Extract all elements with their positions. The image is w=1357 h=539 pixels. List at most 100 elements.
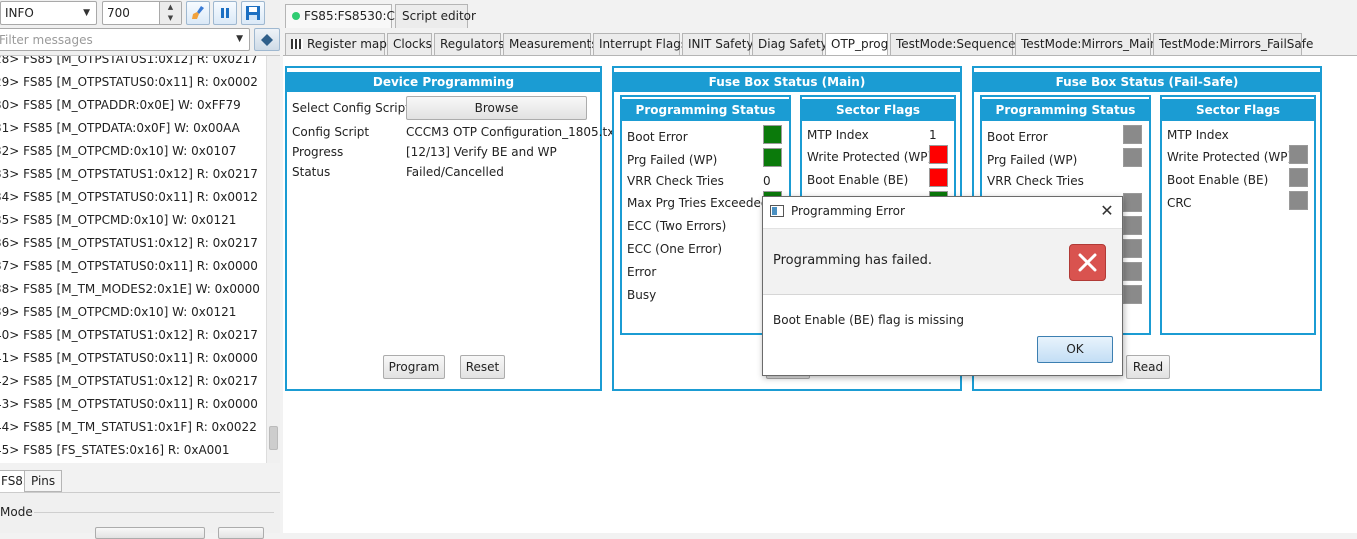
mode-button-2[interactable] bbox=[218, 527, 264, 539]
boot-enable-label: Boot Enable (BE) bbox=[1167, 173, 1269, 187]
tab-regulators[interactable]: Regulators bbox=[434, 33, 504, 56]
select-script-label: Select Config Script bbox=[292, 101, 410, 115]
failsafe-sector-flags: Sector Flags MTP Index Write Protected (… bbox=[1160, 95, 1316, 335]
boot-error-indicator bbox=[763, 125, 782, 144]
log-line: 40> FS85 [M_OTPSTATUS1:0x12] R: 0x0217 bbox=[0, 328, 258, 342]
pause-button[interactable] bbox=[213, 1, 237, 25]
tab-label: Register map bbox=[307, 37, 387, 51]
mode-button[interactable] bbox=[95, 527, 205, 539]
panel-title: Device Programming bbox=[287, 72, 600, 92]
ok-button[interactable]: OK bbox=[1037, 336, 1113, 363]
mtp-index-label: MTP Index bbox=[807, 128, 869, 142]
count-spinner[interactable]: 700 ▲ ▼ bbox=[102, 1, 182, 25]
log-line: 38> FS85 [M_TM_MODES2:0x1E] W: 0x0000 bbox=[0, 282, 260, 296]
dialog-header: Programming has failed. bbox=[763, 228, 1122, 295]
section-title: Sector Flags bbox=[802, 99, 954, 121]
log-line: 29> FS85 [M_OTPSTATUS0:0x11] R: 0x0002 bbox=[0, 75, 258, 89]
ecc-two-errors-label: ECC (Two Errors) bbox=[627, 219, 727, 233]
log-scrollbar[interactable] bbox=[266, 56, 280, 463]
dialog-title: Programming Error bbox=[791, 204, 905, 218]
log-level-select[interactable]: INFO ▼ bbox=[0, 1, 97, 25]
tab-interrupt-flags[interactable]: Interrupt Flags bbox=[593, 33, 687, 56]
tab-pins[interactable]: Pins bbox=[24, 470, 63, 492]
busy-label: Busy bbox=[627, 288, 657, 302]
mode-label: Mode bbox=[0, 505, 33, 519]
log-line: 31> FS85 [M_OTPDATA:0x0F] W: 0x00AA bbox=[0, 121, 240, 135]
grid-icon bbox=[291, 39, 303, 49]
filter-input[interactable]: Filter messages ▼ bbox=[0, 28, 250, 51]
status-value: Failed/Cancelled bbox=[406, 165, 504, 179]
clear-log-button[interactable] bbox=[186, 1, 210, 25]
tab-diag-safety[interactable]: Diag Safety bbox=[752, 33, 828, 56]
log-line: 43> FS85 [M_OTPSTATUS0:0x11] R: 0x0000 bbox=[0, 397, 258, 411]
tab-measurements[interactable]: Measurements bbox=[503, 33, 598, 56]
prg-failed-label: Prg Failed (WP) bbox=[987, 153, 1078, 167]
log-line: 32> FS85 [M_OTPCMD:0x10] W: 0x0107 bbox=[0, 144, 237, 158]
tab-otp-prog[interactable]: OTP_prog bbox=[825, 33, 888, 56]
section-title: Programming Status bbox=[982, 99, 1149, 121]
section-title: Programming Status bbox=[622, 99, 789, 121]
chevron-down-icon: ▼ bbox=[83, 8, 90, 18]
log-line: 41> FS85 [M_OTPSTATUS0:0x11] R: 0x0000 bbox=[0, 351, 258, 365]
vrr-check-label: VRR Check Tries bbox=[627, 174, 724, 188]
tab-testmode-sequencer[interactable]: TestMode:Sequencer bbox=[890, 33, 1021, 56]
log-line: 36> FS85 [M_OTPSTATUS1:0x12] R: 0x0217 bbox=[0, 236, 258, 250]
prg-failed-indicator bbox=[1123, 148, 1142, 167]
spin-down-icon[interactable]: ▼ bbox=[160, 13, 181, 24]
tab-fs85-device[interactable]: FS85:FS8530:C0 bbox=[285, 4, 403, 28]
spin-up-icon[interactable]: ▲ bbox=[160, 2, 181, 13]
failsafe-read-button[interactable]: Read bbox=[1126, 355, 1170, 379]
tab-script-editor[interactable]: Script editor bbox=[395, 4, 476, 28]
tab-testmode-mirrors-main[interactable]: TestMode:Mirrors_Main bbox=[1015, 33, 1158, 56]
write-protected-indicator bbox=[1289, 145, 1308, 164]
crc-label: CRC bbox=[1167, 196, 1192, 210]
program-button[interactable]: Program bbox=[383, 355, 445, 379]
scroll-thumb[interactable] bbox=[269, 426, 278, 450]
config-script-label: Config Script bbox=[292, 125, 370, 139]
status-indicator bbox=[1123, 285, 1142, 304]
progress-label: Progress bbox=[292, 145, 344, 159]
write-protected-label: Write Protected (WP) bbox=[807, 150, 933, 164]
section-title: Sector Flags bbox=[1162, 99, 1314, 121]
status-label: Status bbox=[292, 165, 331, 179]
max-prg-tries-label: Max Prg Tries Exceeded bbox=[627, 196, 769, 210]
save-log-button[interactable] bbox=[241, 1, 265, 25]
vrr-check-label: VRR Check Tries bbox=[987, 174, 1084, 188]
dialog-message: Boot Enable (BE) flag is missing bbox=[773, 313, 964, 327]
log-list[interactable]: 28> FS85 [M_OTPSTATUS1:0x12] R: 0x0217 29… bbox=[0, 55, 280, 463]
log-line: 30> FS85 [M_OTPADDR:0x0E] W: 0xFF79 bbox=[0, 98, 241, 112]
boot-error-indicator bbox=[1123, 125, 1142, 144]
filter-placeholder: Filter messages bbox=[0, 32, 93, 47]
browse-button[interactable]: Browse bbox=[406, 96, 587, 120]
log-line: 39> FS85 [M_OTPCMD:0x10] W: 0x0121 bbox=[0, 305, 237, 319]
broom-icon bbox=[192, 6, 204, 19]
reset-button[interactable]: Reset bbox=[460, 355, 505, 379]
mode-section: Mode bbox=[0, 492, 280, 539]
boot-enable-indicator bbox=[1289, 168, 1308, 187]
tab-register-map[interactable]: Register map bbox=[285, 33, 387, 56]
tab-clocks[interactable]: Clocks bbox=[387, 33, 432, 56]
boot-error-label: Boot Error bbox=[627, 130, 688, 144]
config-script-value: CCCM3 OTP Configuration_1805.txt bbox=[406, 125, 620, 139]
close-icon[interactable]: ✕ bbox=[1097, 200, 1117, 222]
status-indicator bbox=[1123, 216, 1142, 235]
tab-init-safety[interactable]: INIT Safety bbox=[682, 33, 754, 56]
log-toolbar: INFO ▼ 700 ▲ ▼ Filter messages ▼ bbox=[0, 0, 280, 56]
device-programming-panel: Device Programming Select Config Script … bbox=[285, 66, 619, 391]
status-indicator bbox=[1123, 193, 1142, 212]
connected-dot-icon bbox=[292, 12, 300, 20]
tab-testmode-mirrors-failsafe[interactable]: TestMode:Mirrors_FailSafe bbox=[1153, 33, 1313, 56]
log-line: 44> FS85 [M_TM_STATUS1:0x1F] R: 0x0022 bbox=[0, 420, 257, 434]
filter-button[interactable] bbox=[254, 28, 280, 51]
prg-failed-label: Prg Failed (WP) bbox=[627, 153, 718, 167]
mtp-index-value: 1 bbox=[929, 128, 937, 142]
log-line: 45> FS85 [FS_STATES:0x16] R: 0xA001 bbox=[0, 443, 230, 457]
status-indicator bbox=[1123, 262, 1142, 281]
spinner-arrows[interactable]: ▲ ▼ bbox=[159, 2, 181, 24]
log-line: 42> FS85 [M_OTPSTATUS1:0x12] R: 0x0217 bbox=[0, 374, 258, 388]
boot-enable-indicator bbox=[929, 168, 948, 187]
ecc-one-error-label: ECC (One Error) bbox=[627, 242, 723, 256]
programming-error-dialog: Programming Error ✕ Programming has fail… bbox=[762, 196, 1123, 376]
left-tab-bar: FS85 Pins bbox=[0, 470, 280, 492]
count-value: 700 bbox=[107, 6, 130, 20]
